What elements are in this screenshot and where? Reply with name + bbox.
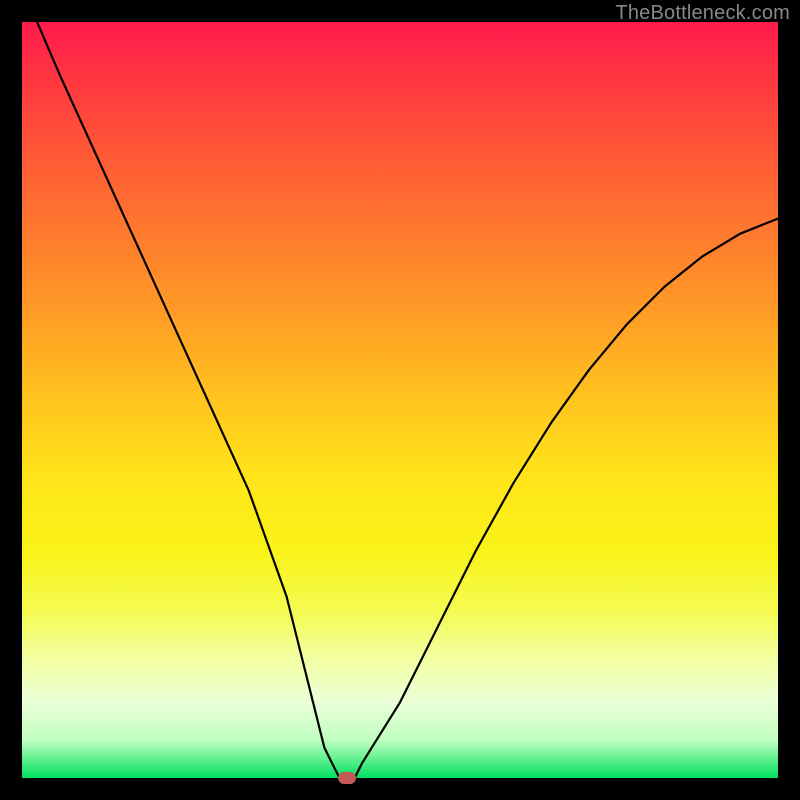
chart-plot-area (22, 22, 778, 778)
watermark-text: TheBottleneck.com (615, 2, 790, 25)
optimal-point-marker (338, 772, 356, 784)
bottleneck-curve (22, 22, 778, 778)
